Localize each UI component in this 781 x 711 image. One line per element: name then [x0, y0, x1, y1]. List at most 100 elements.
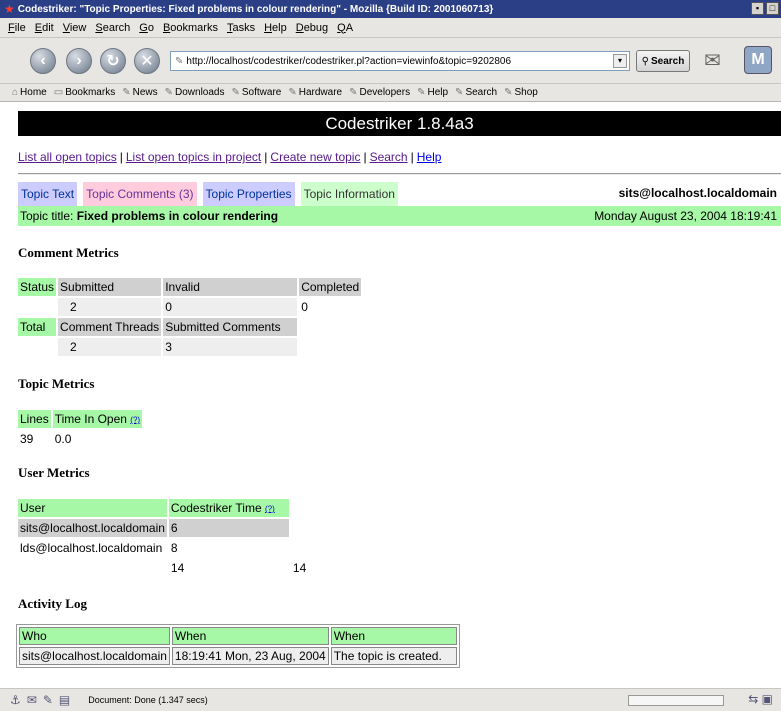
bookmark-developers[interactable]: ✎ Developers [349, 87, 410, 98]
bookmark-search[interactable]: ✎ Search [455, 87, 497, 98]
menu-go[interactable]: Go [139, 22, 154, 34]
tab-topic-properties[interactable]: Topic Properties [202, 182, 295, 206]
header-submitted-comments: Submitted Comments [163, 318, 298, 336]
menu-debug[interactable]: Debug [296, 22, 328, 34]
magnifier-icon: ⚲ [641, 55, 649, 67]
mozilla-star-icon: ★ [4, 2, 15, 16]
topic-title-bar: Topic title: Fixed problems in colour re… [18, 206, 781, 226]
empty-cell [18, 338, 56, 356]
time-cell: 6 [168, 519, 289, 537]
topic-date: Monday August 23, 2004 18:19:41 [594, 209, 777, 223]
bookmark-label: Downloads [175, 87, 225, 98]
user-metrics-table: User Codestriker Time (?) sits@localhost… [16, 497, 323, 579]
link-icon: ✎ [349, 87, 358, 98]
empty-cell [299, 318, 361, 336]
maximize-button[interactable]: □ [766, 2, 779, 15]
header-codestriker-time: Codestriker Time (?) [168, 499, 289, 517]
url-text: http://localhost/codestriker/codestriker… [186, 55, 512, 67]
url-dropdown-icon[interactable]: ▾ [613, 54, 627, 68]
table-row: sits@localhost.localdomain 18:19:41 Mon,… [19, 647, 457, 665]
table-row: User Codestriker Time (?) [18, 499, 321, 517]
value-completed: 0 [301, 300, 308, 314]
value-comment-threads: 2 [58, 338, 162, 356]
reload-button[interactable]: ↻ [100, 48, 126, 74]
header-when-2: When [330, 627, 457, 645]
back-arrow-icon: ‹ [40, 52, 46, 69]
bookmarks-toolbar: ⌂ Home ▭ Bookmarks ✎ News ✎ Downloads ✎ Softw… [0, 84, 781, 102]
header-label: Codestriker Time [170, 501, 262, 515]
top-links: List all open topics | List open topics in… [18, 150, 441, 164]
separator: | [410, 150, 414, 164]
help-icon[interactable]: (?) [130, 415, 140, 424]
tab-topic-information[interactable]: Topic Information [300, 182, 398, 206]
menu-tasks[interactable]: Tasks [227, 22, 255, 34]
bookmark-label: Hardware [298, 87, 343, 98]
table-row: Who When When [19, 627, 457, 645]
folder-icon: ▭ [53, 87, 64, 98]
bookmark-home[interactable]: ⌂ Home [12, 87, 47, 98]
table-row: sits@localhost.localdomain 6 [18, 519, 321, 537]
menu-edit[interactable]: Edit [35, 22, 54, 34]
table-row: Status Submitted Invalid Completed [18, 278, 362, 296]
link-search[interactable]: Search [370, 150, 408, 164]
header-user: User [18, 499, 167, 517]
security-icon[interactable]: ⇆ ▣ [748, 692, 773, 706]
stop-button[interactable]: ✕ [134, 48, 160, 74]
bookmark-hardware[interactable]: ✎ Hardware [288, 87, 342, 98]
menu-view[interactable]: View [63, 22, 87, 34]
header-when: When [171, 627, 329, 645]
header-comment-threads: Comment Threads [58, 318, 162, 336]
table-row: Lines Time In Open (?) [18, 410, 143, 428]
back-button[interactable]: ‹ [30, 48, 56, 74]
bookmark-downloads[interactable]: ✎ Downloads [165, 87, 225, 98]
header-completed: Completed [299, 278, 362, 296]
value-submitted-comments: 3 [163, 338, 298, 356]
composer-icon[interactable]: ✎ [43, 693, 53, 707]
minimize-button[interactable]: ▪ [751, 2, 764, 15]
link-create-new-topic[interactable]: Create new topic [270, 150, 360, 164]
comment-metrics-heading: Comment Metrics [18, 245, 119, 260]
menu-qa[interactable]: QA [337, 22, 353, 34]
addressbook-icon[interactable]: ▤ [59, 693, 70, 707]
menu-search[interactable]: Search [95, 22, 130, 34]
bookmark-label: Developers [359, 87, 411, 98]
link-list-open-topics-in-project[interactable]: List open topics in project [126, 150, 261, 164]
bookmark-bookmarks[interactable]: ▭ Bookmarks [54, 87, 115, 98]
menu-file[interactable]: File [8, 22, 26, 34]
topic-metrics-table: Lines Time In Open (?) 39 0.0 [16, 408, 144, 450]
bookmark-help[interactable]: ✎ Help [417, 87, 448, 98]
header-time-in-open: Time In Open (?) [52, 410, 143, 428]
bookmark-news[interactable]: ✎ News [122, 87, 157, 98]
help-icon[interactable]: (?) [265, 504, 275, 513]
tab-topic-comments[interactable]: Topic Comments (3) [83, 182, 197, 206]
link-help[interactable]: Help [417, 150, 442, 164]
progress-bar [628, 695, 724, 706]
bookmark-software[interactable]: ✎ Software [231, 87, 281, 98]
forward-button[interactable]: › [66, 48, 92, 74]
value-submitted: 2 [58, 298, 162, 316]
bookmark-label: Help [427, 87, 449, 98]
menu-help[interactable]: Help [264, 22, 287, 34]
navigator-icon[interactable]: ⚓ [10, 693, 21, 707]
bookmark-shop[interactable]: ✎ Shop [504, 87, 538, 98]
link-list-all-open-topics[interactable]: List all open topics [18, 150, 117, 164]
topic-metrics-heading: Topic Metrics [18, 376, 95, 391]
comment-metrics-table: Status Submitted Invalid Completed 2 0 0… [16, 276, 363, 358]
empty-cell [299, 338, 361, 356]
reload-icon: ↻ [106, 53, 120, 70]
link-icon: ✎ [122, 87, 131, 98]
empty-cell [291, 499, 321, 517]
tab-topic-text[interactable]: Topic Text [18, 182, 78, 206]
link-icon: ✎ [417, 87, 426, 98]
activity-log-table: Who When When sits@localhost.localdomain… [16, 624, 460, 668]
window-controls: ▪ □ [751, 2, 779, 15]
menu-bookmarks[interactable]: Bookmarks [163, 22, 218, 34]
url-bar[interactable]: ✎ http://localhost/codestriker/codestrik… [170, 51, 630, 71]
empty-cell [291, 539, 321, 557]
print-icon[interactable]: ✉ [704, 48, 721, 73]
activity-log-heading: Activity Log [18, 596, 87, 611]
mozilla-throbber-icon[interactable]: M [744, 46, 772, 74]
search-button[interactable]: ⚲ Search [636, 50, 690, 72]
value-time-in-open: 0.0 [54, 432, 72, 446]
mail-icon[interactable]: ✉ [27, 693, 37, 707]
